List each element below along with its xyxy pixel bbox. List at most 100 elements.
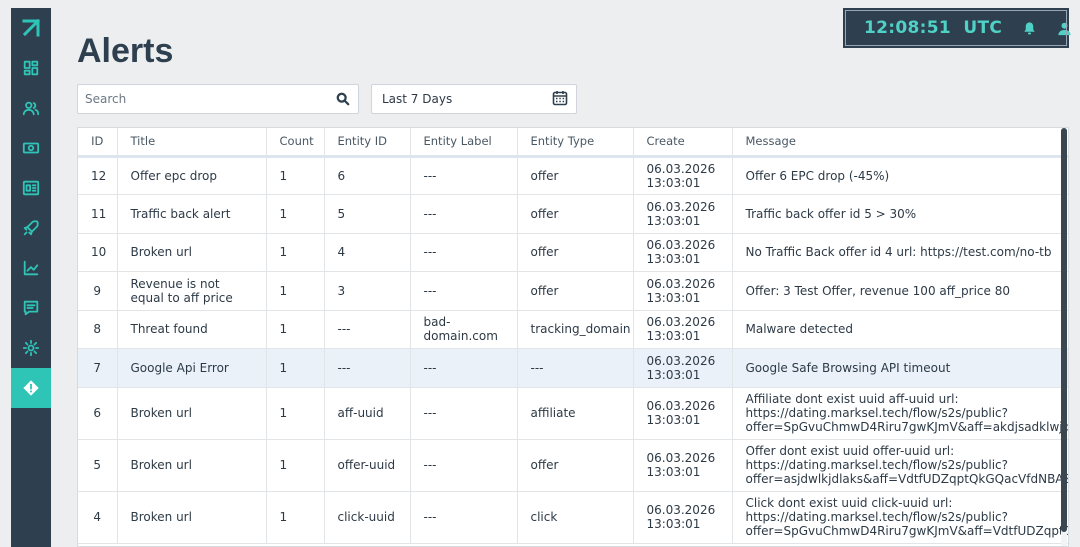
cell-count: 1 (266, 271, 325, 311)
column-header-title[interactable]: Title (117, 128, 267, 158)
cell-title: Google Api Error (117, 348, 267, 388)
table-row[interactable]: 11 Traffic back alert 1 5 --- offer 06.03.2026… (78, 194, 1068, 234)
column-header-entity-type[interactable]: Entity Type (517, 128, 634, 158)
message-line: https://dating.marksel.tech/flow/s2s/pub… (745, 510, 1009, 524)
table-row[interactable]: 5 Broken url 1 offer-uuid --- offer 06.03.2026… (78, 439, 1068, 492)
sidebar-item-settings[interactable] (11, 328, 51, 368)
cell-count: 1 (266, 387, 325, 440)
cell-entity-id: offer-uuid (324, 439, 411, 492)
message-line: offer=SpGvuChmwD4Riru7gwKJmV&aff=akdjsad… (745, 420, 1069, 434)
sidebar-item-users[interactable] (11, 88, 51, 128)
cell-entity-type: offer (517, 233, 634, 272)
cell-create: 06.03.2026 13:03:01 (633, 348, 733, 388)
cell-entity-id: 6 (324, 156, 411, 195)
cell-count: 1 (266, 156, 325, 195)
cell-create: 06.03.2026 13:03:01 (633, 233, 733, 272)
cell-title: Broken url (117, 233, 267, 272)
table-row[interactable]: 8 Threat found 1 --- bad-domain.com tracking_… (78, 310, 1068, 349)
cell-entity-type: offer (517, 271, 634, 311)
table-row[interactable]: 10 Broken url 1 4 --- offer 06.03.2026 13:03:01… (78, 233, 1068, 272)
message-line: Offer 6 EPC drop (-45%) (745, 168, 890, 183)
dashboard-icon (23, 60, 39, 76)
table-row[interactable]: 12 Offer epc drop 1 6 --- offer 06.03.2026 13:0… (78, 156, 1068, 195)
cell-count: 1 (266, 310, 325, 349)
sidebar-item-alerts[interactable] (11, 368, 51, 408)
cell-message: Malware detected (732, 310, 1068, 349)
user-menu-button[interactable] (1057, 18, 1072, 38)
column-header-create[interactable]: Create (633, 128, 733, 158)
cell-create: 06.03.2026 13:03:01 (633, 194, 733, 234)
table-row[interactable]: 7 Google Api Error 1 --- --- --- 06.03.2026 13:… (78, 348, 1068, 388)
create-date: 06.03.2026 (646, 161, 716, 176)
create-date: 06.03.2026 (646, 276, 716, 291)
column-header-id[interactable]: ID (78, 128, 118, 158)
cell-id: 11 (78, 194, 118, 234)
create-date: 06.03.2026 (646, 353, 716, 368)
sidebar-item-stats[interactable] (11, 248, 51, 288)
sidebar (11, 8, 51, 547)
sidebar-item-money[interactable] (11, 128, 51, 168)
cell-message: No Traffic Back offer id 4 url: https://… (732, 233, 1068, 272)
cell-entity-id: --- (324, 310, 411, 349)
cell-entity-id: --- (324, 348, 411, 388)
cell-id: 8 (78, 310, 118, 349)
users-icon (22, 101, 40, 116)
cell-entity-type: affiliate (517, 387, 634, 440)
create-date: 06.03.2026 (646, 399, 716, 413)
cell-entity-type: tracking_domain (517, 310, 634, 349)
cell-entity-label: --- (410, 233, 518, 272)
search-button[interactable] (328, 92, 358, 106)
sidebar-item-offers[interactable] (11, 168, 51, 208)
user-icon (1058, 22, 1071, 35)
cell-entity-id: 5 (324, 194, 411, 234)
column-header-message[interactable]: Message (732, 128, 1068, 158)
chart-icon (23, 260, 39, 276)
column-header-entity-id[interactable]: Entity ID (324, 128, 411, 158)
scrollbar-thumb[interactable] (1061, 128, 1067, 532)
column-header-entity-label[interactable]: Entity Label (410, 128, 518, 158)
cell-create: 06.03.2026 13:03:01 (633, 491, 733, 544)
cell-entity-type: --- (517, 348, 634, 388)
table-scrollbar[interactable] (1061, 128, 1067, 546)
cell-entity-label: --- (410, 491, 518, 544)
sidebar-item-messages[interactable] (11, 288, 51, 328)
message-icon (23, 300, 39, 316)
cell-entity-label: --- (410, 387, 518, 440)
clock-time: 12:08:51 UTC (864, 18, 1003, 38)
cell-message: Affiliate dont exist uuid aff-uuid url: h… (732, 387, 1069, 440)
message-line: Malware detected (745, 322, 853, 336)
cell-title: Revenue is not equal to aff price (117, 271, 267, 311)
cell-message: Offer dont exist uuid offer-uuid url: htt… (732, 439, 1068, 492)
message-line: Offer: 3 Test Offer, revenue 100 aff_pri… (745, 283, 1010, 298)
table-row[interactable]: 4 Broken url 1 click-uuid --- click 06.03.2026… (78, 491, 1068, 544)
calendar-icon (552, 90, 568, 109)
cell-entity-id: aff-uuid (324, 387, 411, 440)
date-range-picker[interactable]: Last 7 Days (371, 84, 577, 114)
page-title: Alerts (77, 32, 174, 70)
cell-entity-type: offer (517, 156, 634, 195)
rocket-icon (23, 220, 39, 236)
cell-id: 4 (78, 491, 118, 544)
sidebar-item-dashboard[interactable] (11, 48, 51, 88)
message-line: No Traffic Back offer id 4 url: https://… (745, 245, 1052, 259)
search-input[interactable] (78, 85, 328, 113)
cell-entity-id: 4 (324, 233, 411, 272)
table-row[interactable]: 9 Revenue is not equal to aff price 1 3 --- o… (78, 271, 1068, 311)
sidebar-item-campaigns[interactable] (11, 208, 51, 248)
search-icon (336, 92, 350, 106)
arrow-up-right-icon (22, 18, 41, 37)
cell-title: Traffic back alert (117, 194, 267, 234)
table-row[interactable]: 6 Broken url 1 aff-uuid --- affiliate 06.03.20… (78, 387, 1069, 440)
cell-entity-label: --- (410, 439, 518, 492)
column-header-count[interactable]: Count (266, 128, 325, 158)
date-range-value: Last 7 Days (382, 92, 453, 106)
logo[interactable] (11, 8, 51, 48)
table-header-row: ID Title Count Entity ID Entity Label En… (78, 128, 1068, 158)
create-time: 13:03:01 (646, 465, 701, 479)
notifications-button[interactable] (1022, 18, 1037, 38)
cell-create: 06.03.2026 13:03:01 (633, 156, 733, 195)
cell-entity-label: bad-domain.com (410, 310, 518, 349)
create-time: 13:03:01 (646, 252, 701, 266)
gear-icon (22, 339, 40, 357)
cell-message: Traffic back offer id 5 > 30% (732, 194, 1068, 234)
